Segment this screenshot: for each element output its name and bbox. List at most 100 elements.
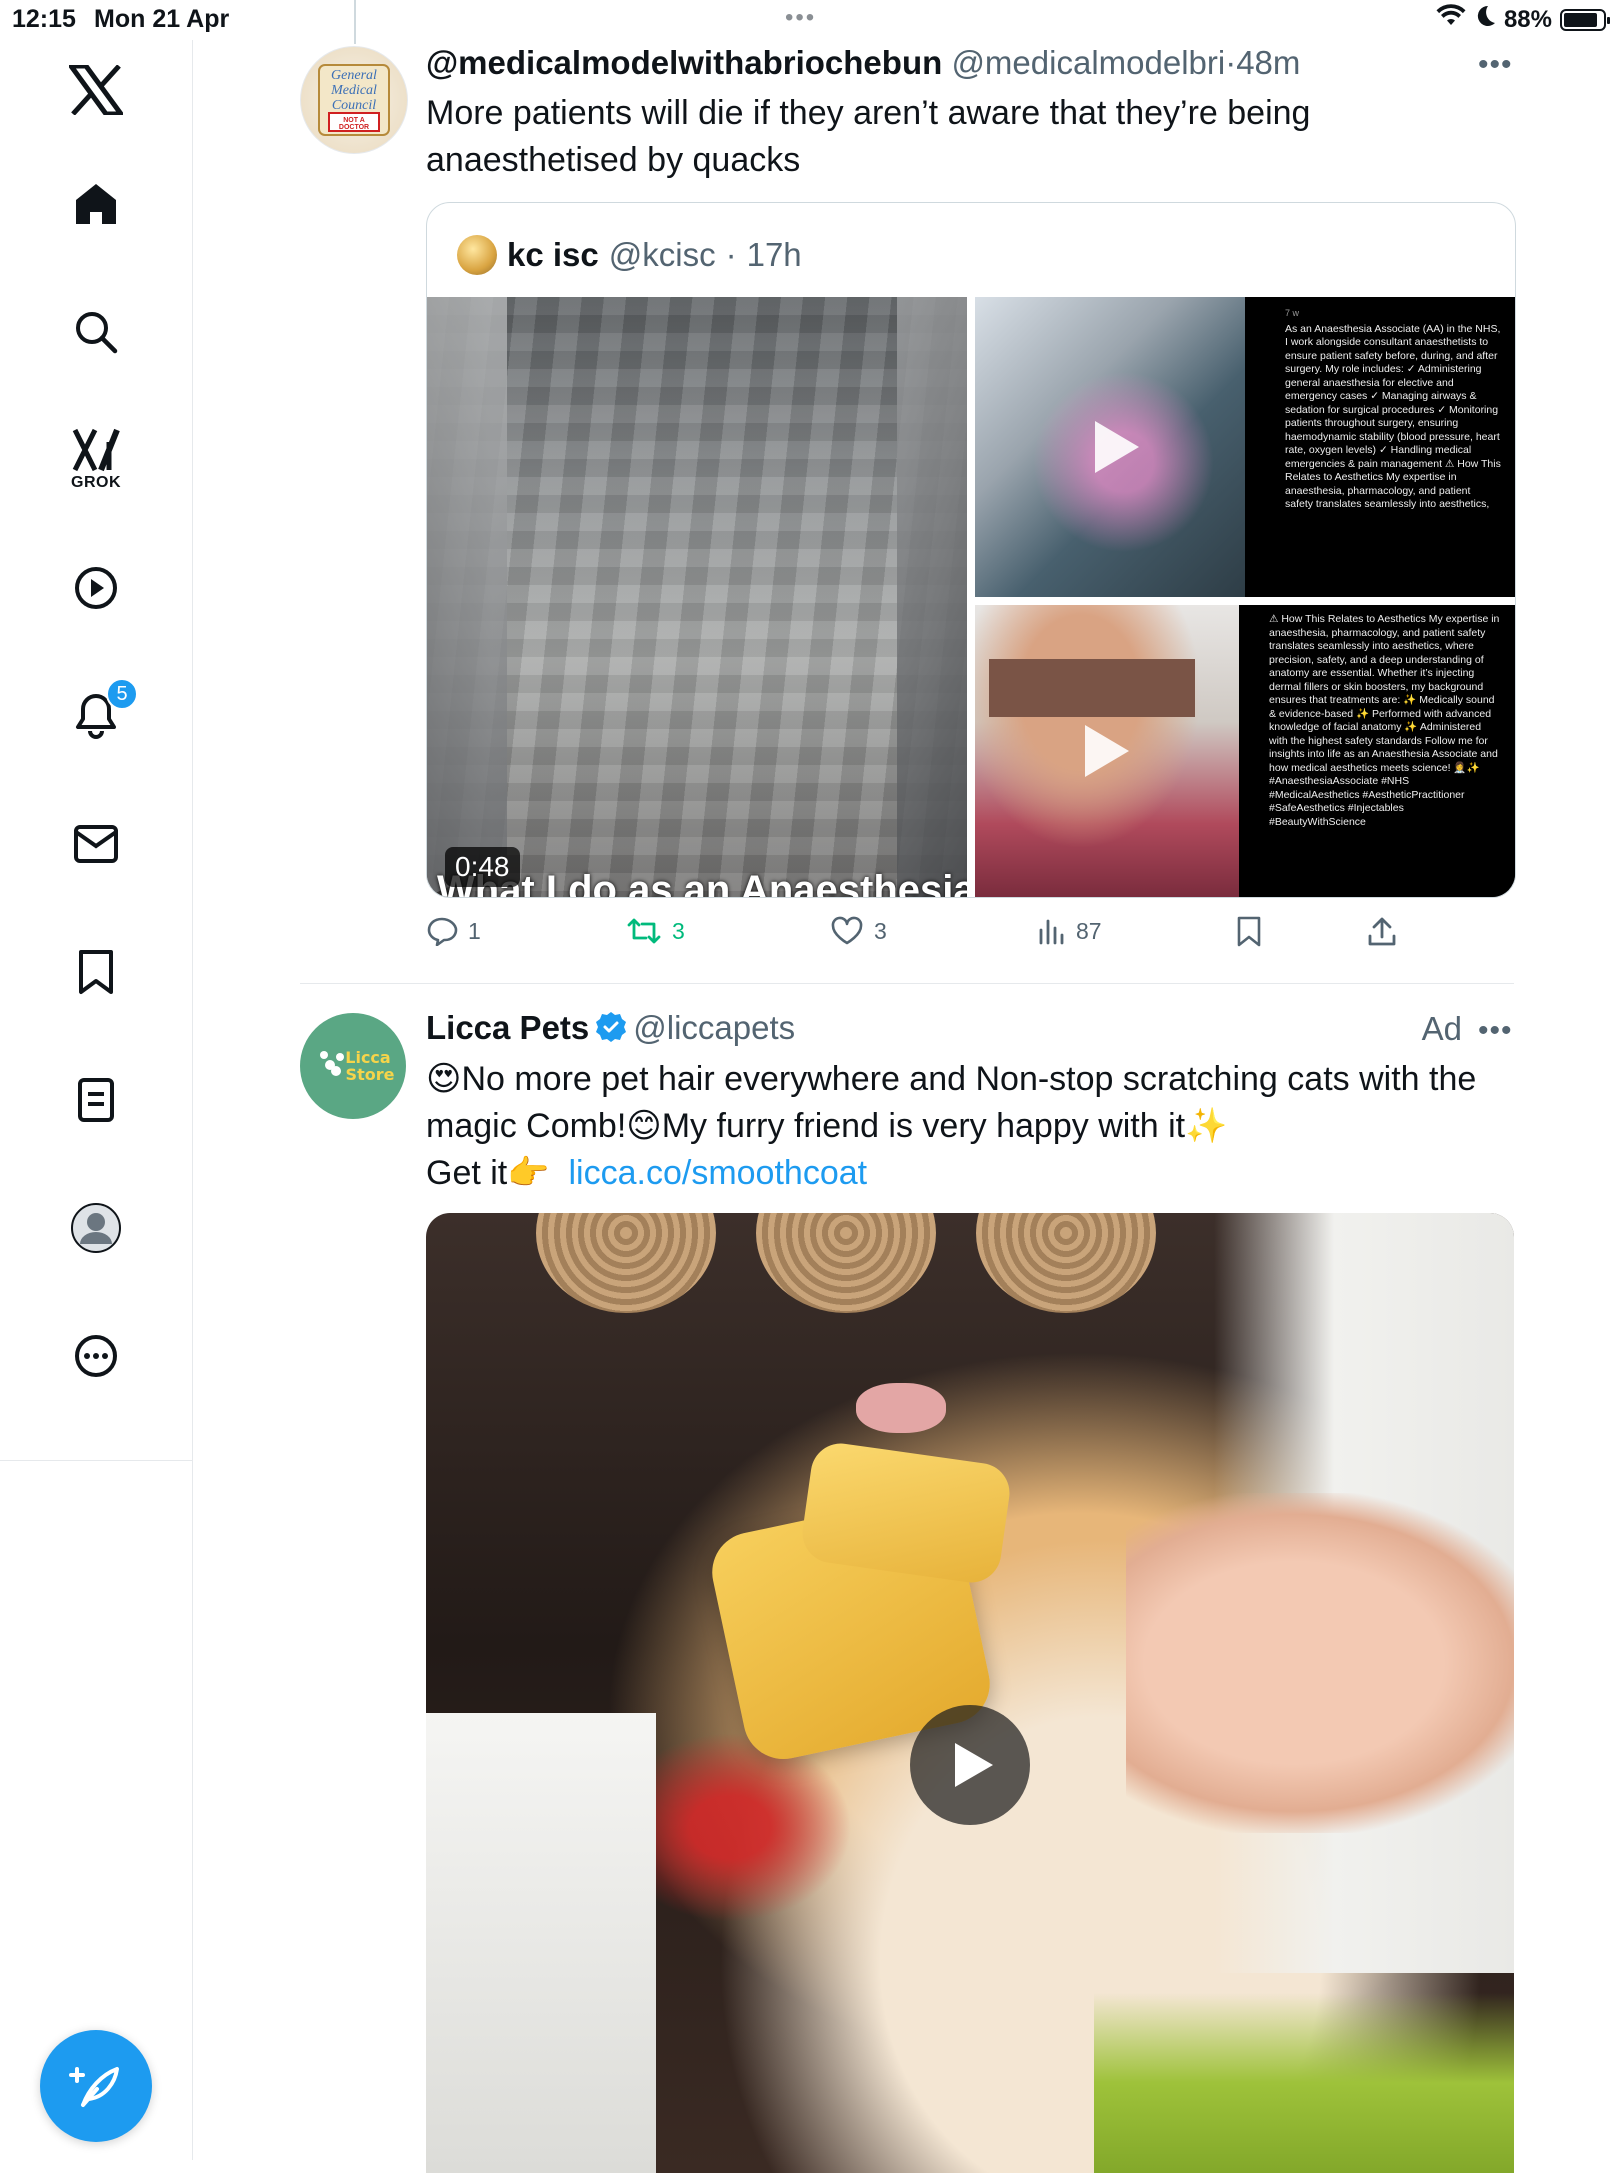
list-icon bbox=[78, 1078, 114, 1122]
quote-header: kc isc @kcisc · 17h bbox=[457, 235, 802, 275]
retweet-count: 3 bbox=[672, 917, 685, 944]
tweet1-handle[interactable]: @medicalmodelbri bbox=[951, 44, 1225, 81]
share-button[interactable] bbox=[1366, 916, 1398, 948]
tweet1-more-icon[interactable]: ••• bbox=[1478, 48, 1513, 82]
sleeve bbox=[426, 1713, 656, 2173]
views-count: 87 bbox=[1076, 917, 1102, 944]
reply-count: 1 bbox=[468, 917, 481, 944]
quote-video-clip-2[interactable]: ⚠ How This Relates to Aesthetics My expe… bbox=[975, 605, 1515, 897]
tweet1-header: @medicalmodelwithabriochebun @medicalmod… bbox=[426, 44, 1300, 82]
sidebar-item-home[interactable] bbox=[56, 164, 136, 244]
status-bar: 12:15 Mon 21 Apr ••• 88% bbox=[0, 0, 1620, 40]
sidebar-divider bbox=[0, 1460, 192, 1461]
quote-video-hallway[interactable]: What I do as an Anaesthesia 0:48 bbox=[427, 297, 967, 897]
tweet1-avatar[interactable]: General Medical Council NOT A DOCTOR bbox=[300, 46, 408, 154]
multitasking-dots-icon[interactable]: ••• bbox=[785, 4, 816, 32]
ad-label: Ad bbox=[1421, 1010, 1462, 1047]
reply-icon bbox=[427, 917, 458, 946]
bookmark-icon bbox=[79, 950, 113, 994]
quote-avatar[interactable] bbox=[457, 235, 497, 275]
avatar-text-1: General bbox=[331, 68, 377, 83]
tweet2-text-line2: magic Comb!😊My furry friend is very happ… bbox=[426, 1107, 1228, 1145]
views-button[interactable]: 87 bbox=[1036, 916, 1102, 946]
sidebar-item-more[interactable] bbox=[56, 1316, 136, 1396]
ad-link[interactable]: licca.co/smoothcoat bbox=[569, 1154, 868, 1192]
play-icon bbox=[1095, 421, 1139, 473]
rope-decor bbox=[756, 1213, 936, 1313]
clip2-caption: ⚠ How This Relates to Aesthetics My expe… bbox=[1239, 605, 1515, 897]
battery-level bbox=[1564, 12, 1598, 27]
hallway-wall-left bbox=[427, 297, 507, 897]
rope-decor bbox=[536, 1213, 716, 1313]
sidebar-item-bookmarks[interactable] bbox=[56, 932, 136, 1012]
like-button[interactable]: 3 bbox=[830, 916, 887, 946]
quote-time: 17h bbox=[746, 236, 802, 273]
quote-author-name: kc isc bbox=[507, 236, 599, 273]
notifications-badge: 5 bbox=[106, 678, 138, 710]
clip1-meta: 7 w bbox=[1285, 308, 1300, 318]
sidebar-item-messages[interactable] bbox=[56, 804, 136, 884]
tweet1-text: More patients will die if they aren’t aw… bbox=[426, 94, 1311, 179]
tweet2-more-icon[interactable]: ••• bbox=[1478, 1014, 1513, 1048]
ad-video[interactable] bbox=[426, 1213, 1514, 2173]
video-duration: 0:48 bbox=[445, 847, 520, 887]
avatar-text-2: Medical bbox=[330, 83, 377, 98]
avatar-text-store: Store bbox=[346, 1065, 395, 1084]
quote-sep: · bbox=[725, 236, 737, 273]
sidebar-item-profile[interactable] bbox=[56, 1188, 136, 1268]
tweet2-avatar[interactable]: Licca Store bbox=[300, 1013, 406, 1119]
heart-icon bbox=[831, 916, 863, 945]
play-icon bbox=[955, 1743, 993, 1787]
retweet-icon bbox=[627, 918, 661, 944]
play-button[interactable] bbox=[910, 1705, 1030, 1825]
tweet2-text-line3: Get it👉 licca.co/smoothcoat bbox=[426, 1150, 1546, 1197]
retweet-button[interactable]: 3 bbox=[626, 916, 685, 946]
quote-video-clip-1[interactable]: 7 w As an Anaesthesia Associate (AA) in … bbox=[975, 297, 1515, 597]
green-blanket bbox=[1094, 1993, 1514, 2173]
tweet1-time[interactable]: 48m bbox=[1236, 44, 1300, 81]
tweet2-header: Licca Pets @liccapets bbox=[426, 1009, 795, 1051]
sidebar-item-video[interactable] bbox=[56, 548, 136, 628]
status-date: Mon 21 Apr bbox=[94, 5, 230, 33]
mail-icon bbox=[74, 825, 118, 863]
battery-icon bbox=[1560, 8, 1610, 31]
search-icon bbox=[76, 312, 118, 354]
status-time: 12:15 bbox=[12, 5, 76, 33]
reply-button[interactable]: 1 bbox=[426, 916, 481, 946]
rope-decor bbox=[976, 1213, 1156, 1313]
sidebar-item-grok[interactable]: GROK bbox=[56, 420, 136, 500]
avatar-text-5: DOCTOR bbox=[339, 124, 369, 131]
profile-icon bbox=[71, 1203, 121, 1253]
tweet1-actions: 1 3 3 87 bbox=[426, 916, 1526, 956]
thread-line bbox=[354, 0, 356, 44]
sidebar-nav: GROK 5 bbox=[0, 40, 193, 2160]
quoted-tweet-card[interactable]: kc isc @kcisc · 17h What I do as an Anaest… bbox=[426, 202, 1516, 898]
views-icon bbox=[1039, 919, 1064, 945]
sidebar-item-explore[interactable] bbox=[56, 292, 136, 372]
like-count: 3 bbox=[874, 917, 887, 944]
tweet2-handle[interactable]: @liccapets bbox=[633, 1009, 795, 1046]
tweet2-text-line1: 😍No more pet hair everywhere and Non-sto… bbox=[426, 1060, 1477, 1098]
sidebar-item-lists[interactable] bbox=[56, 1060, 136, 1140]
grok-label: GROK bbox=[71, 474, 121, 491]
hand bbox=[1126, 1493, 1514, 1833]
battery-percent: 88% bbox=[1503, 5, 1552, 33]
status-right: 88% bbox=[1436, 4, 1610, 35]
home-icon bbox=[76, 184, 116, 224]
tweet1-sep: · bbox=[1225, 44, 1237, 81]
video-icon bbox=[75, 567, 117, 609]
avatar-text-4: NOT A bbox=[343, 117, 365, 124]
x-logo[interactable] bbox=[56, 50, 136, 130]
clip1-caption: 7 w As an Anaesthesia Associate (AA) in … bbox=[1245, 297, 1515, 597]
more-icon bbox=[75, 1335, 117, 1377]
tweet1-author-name[interactable]: @medicalmodelwithabriochebun bbox=[426, 44, 942, 81]
compose-feather-icon bbox=[69, 2067, 119, 2107]
moon-icon bbox=[1474, 4, 1496, 35]
bookmark-button[interactable] bbox=[1236, 916, 1262, 948]
compose-post-button[interactable] bbox=[40, 2030, 152, 2142]
avatar-text-3: Council bbox=[332, 98, 376, 113]
tweet2-get-it: Get it👉 bbox=[426, 1154, 550, 1192]
tweet2-author-name[interactable]: Licca Pets bbox=[426, 1009, 589, 1046]
sidebar-item-notifications[interactable]: 5 bbox=[56, 676, 138, 756]
cat-nose bbox=[856, 1383, 946, 1433]
